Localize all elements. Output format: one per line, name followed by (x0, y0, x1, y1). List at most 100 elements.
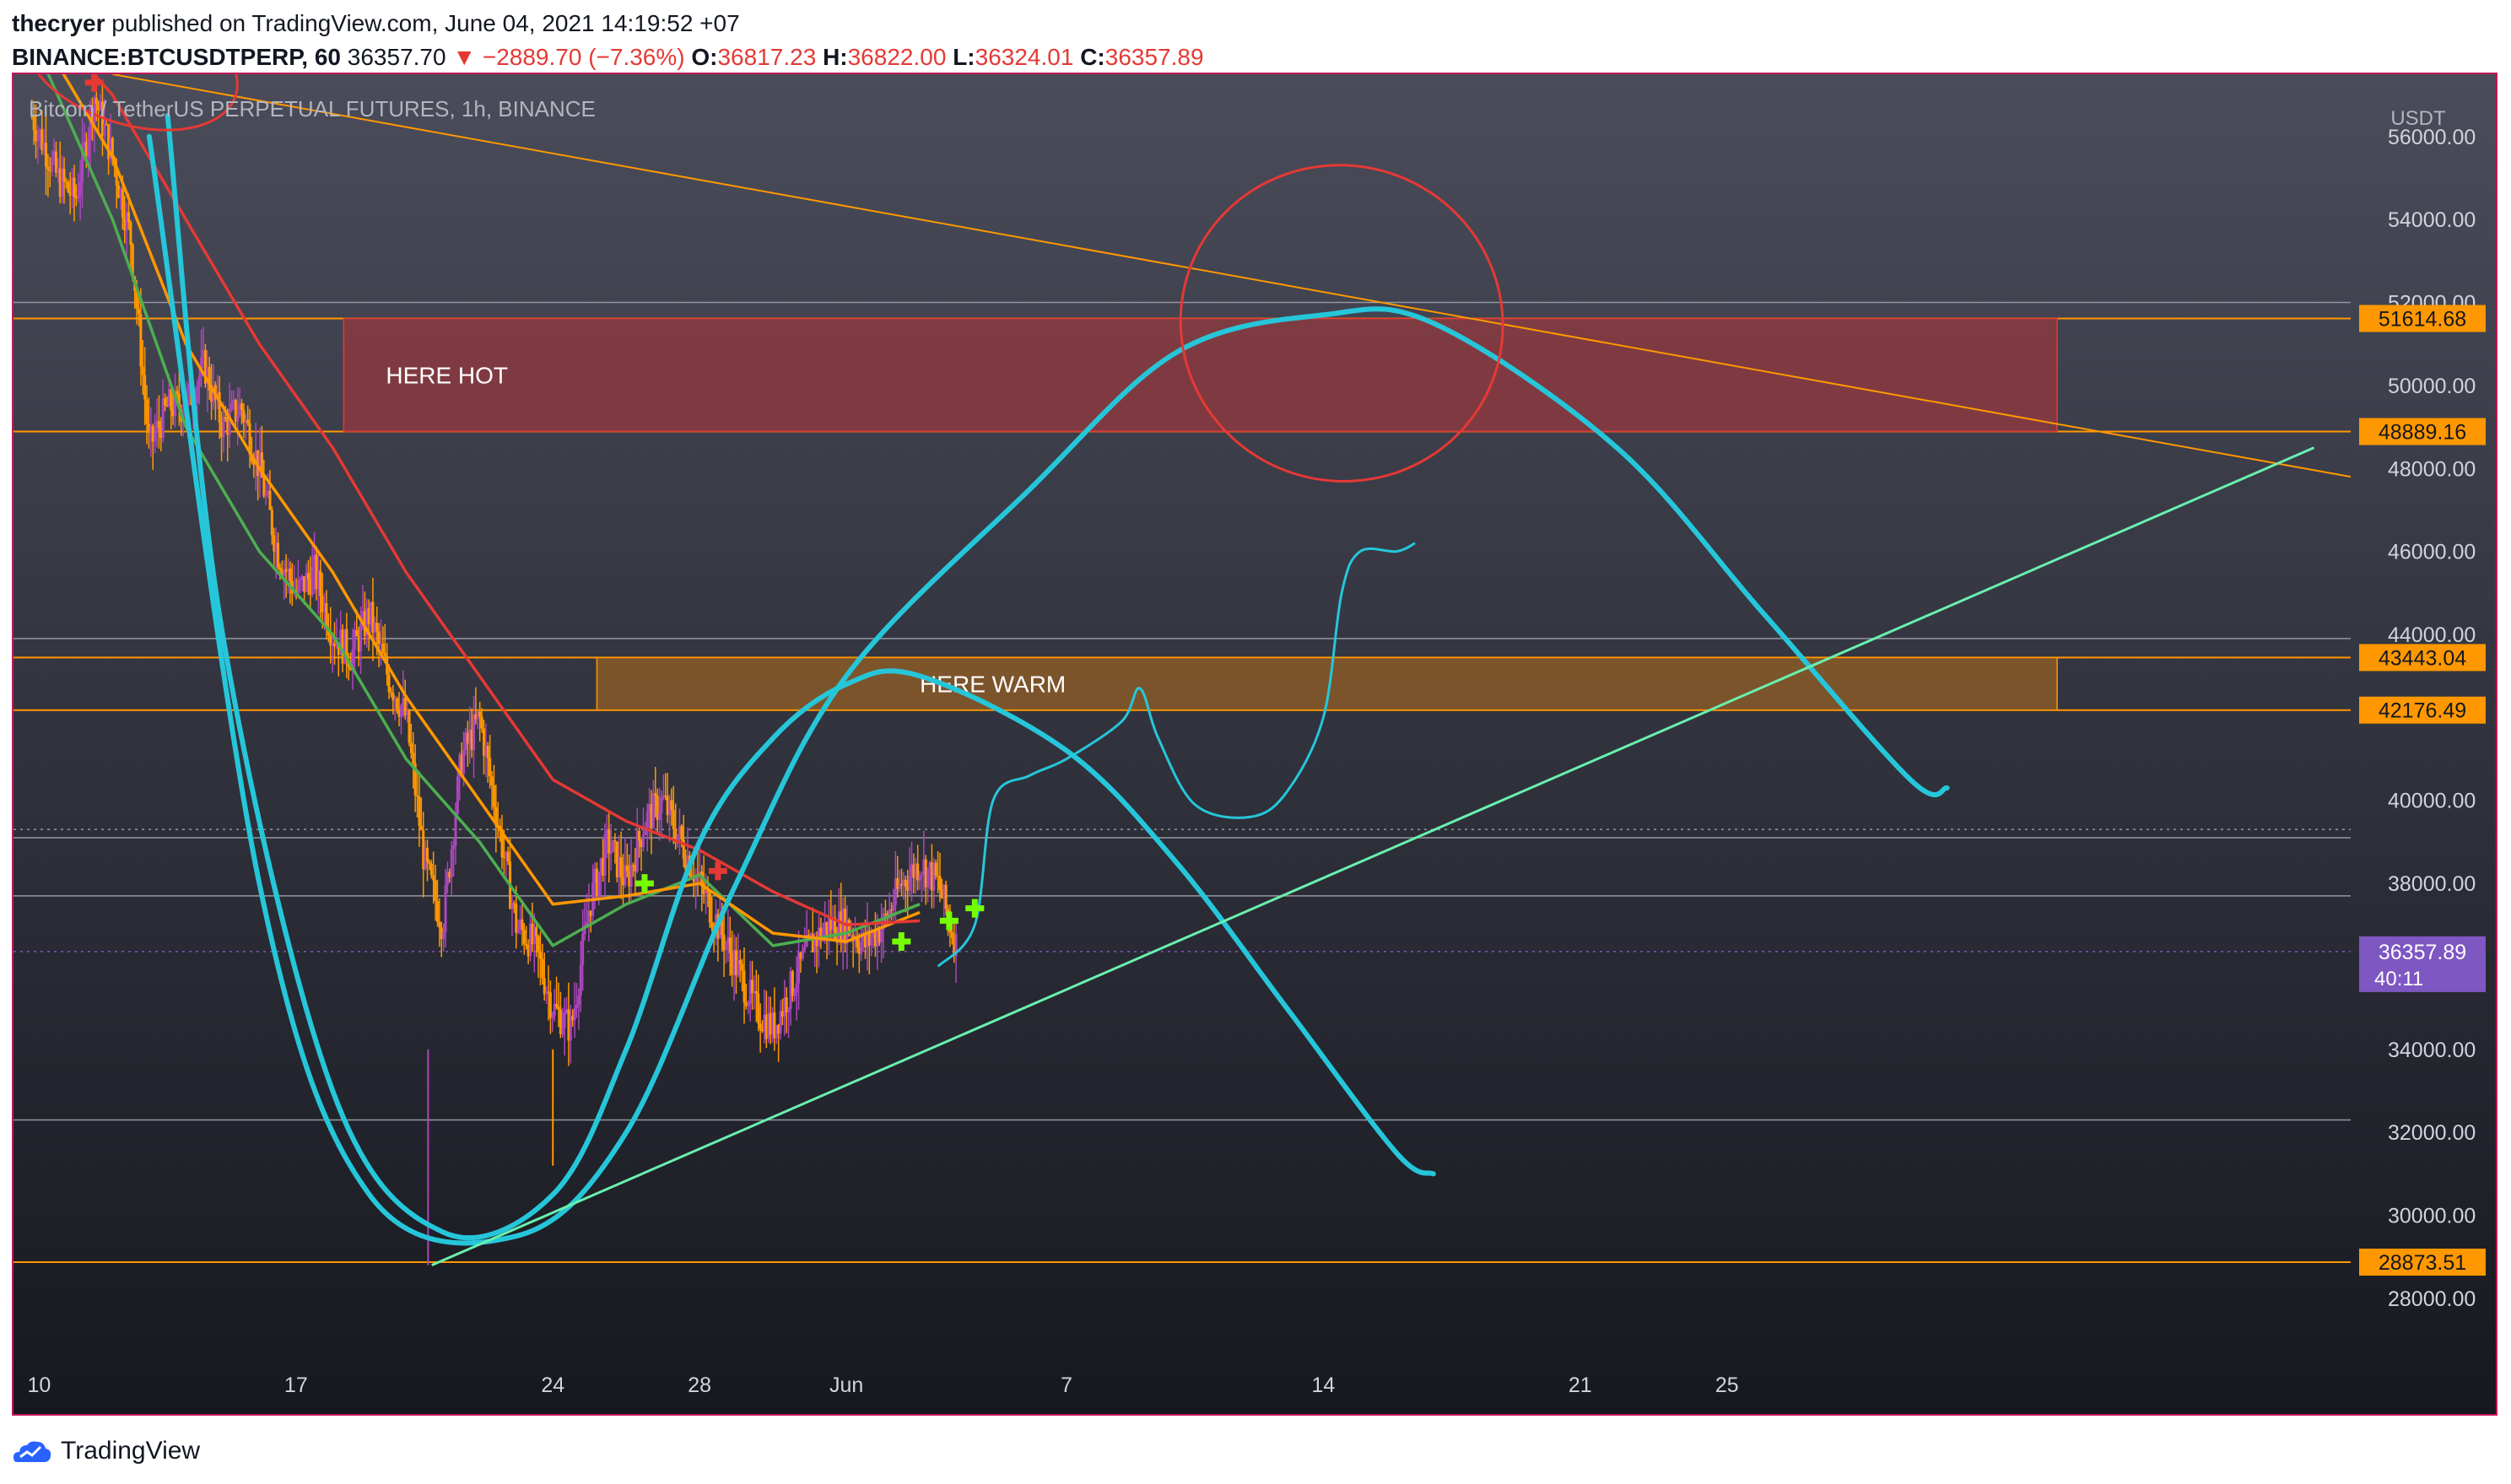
candle-body (860, 942, 863, 954)
candle-body (670, 800, 673, 811)
candle-body (246, 419, 250, 424)
bar-countdown-label: 40:11 (2374, 968, 2423, 990)
candle-body (561, 1028, 564, 1034)
high-label: H: (823, 44, 848, 70)
candle-body (141, 366, 144, 375)
candle-body (296, 580, 300, 593)
hot-zone-label: HERE HOT (386, 363, 508, 389)
candle-body (478, 711, 482, 717)
candle-body (418, 796, 421, 826)
chart-header: thecryer published on TradingView.com, J… (12, 7, 2492, 74)
candle-body (442, 932, 446, 940)
candle-body (577, 996, 580, 1005)
candle-body (654, 793, 657, 796)
candle-body (926, 868, 930, 888)
brand-name[interactable]: TradingView (61, 1437, 200, 1465)
candle-body (710, 922, 714, 928)
signal-marker-bar (641, 874, 648, 893)
candle-body (738, 960, 742, 964)
y-tick-label: 28000.00 (2388, 1287, 2476, 1311)
candle-body (759, 1023, 762, 1029)
candle-body (522, 930, 526, 944)
candle-body (537, 936, 540, 952)
candle-body (908, 876, 911, 891)
y-tick-label: 48000.00 (2388, 457, 2476, 481)
candle-body (658, 812, 662, 820)
candle-body (892, 904, 895, 911)
candle-body (170, 389, 173, 411)
x-tick-label: 7 (1061, 1373, 1072, 1397)
price-change: ▼ −2889.70 (−7.36%) (452, 44, 685, 70)
signal-marker-bar (91, 74, 98, 92)
current-price-label: 36357.89 (2379, 941, 2466, 964)
candle-body (438, 921, 441, 928)
candle-body (157, 420, 160, 429)
candle-body (609, 851, 613, 854)
candle-body (708, 892, 711, 923)
candle-body (651, 793, 655, 828)
price-line-label: 42176.49 (2379, 699, 2466, 723)
last-price: 36357.70 (347, 44, 446, 70)
candle-body (432, 875, 435, 881)
candle-body (399, 705, 402, 717)
candle-body (268, 490, 272, 510)
candle-body (270, 510, 273, 536)
candle-body (613, 840, 617, 842)
candle-body (138, 309, 141, 315)
x-tick-label: 21 (1569, 1373, 1592, 1397)
y-tick-label: 46000.00 (2388, 541, 2476, 564)
candle-body (625, 865, 629, 872)
candle-body (145, 399, 148, 424)
candle-body (551, 1016, 554, 1018)
close-value: 36357.89 (1104, 44, 1204, 70)
price-line-label: 43443.04 (2379, 646, 2466, 670)
candle-body (608, 829, 611, 854)
candle-body (548, 992, 552, 1018)
price-line-label: 48889.16 (2379, 421, 2466, 445)
candle-body (920, 875, 923, 877)
candle-body (139, 314, 143, 367)
candle-body (62, 169, 66, 182)
chart-area[interactable]: HERE HOT HERE WARM USDT 28000.00 30000.00 32… (12, 73, 2498, 1416)
candle-body (557, 1006, 560, 1010)
candle-body (612, 840, 615, 852)
candle-body (278, 567, 282, 570)
candle-body (597, 872, 601, 896)
candle-body (472, 714, 476, 750)
signal-marker-bar (971, 898, 978, 918)
price-chart[interactable]: HERE HOTHERE WARM USDT28000.0030000.0032… (14, 74, 2498, 1416)
candle-body (377, 631, 381, 645)
x-tick-label: 28 (688, 1373, 711, 1397)
candle-body (240, 403, 243, 411)
candle-body (757, 993, 760, 1024)
candle-body (355, 629, 359, 637)
x-tick-label: 14 (1312, 1373, 1336, 1397)
candle-body (934, 862, 937, 876)
candle-body (127, 212, 131, 223)
hot-zone-rect[interactable] (343, 317, 2058, 433)
candle-body (121, 189, 124, 218)
candle-body (462, 750, 466, 774)
candle-body (222, 417, 225, 438)
publish-line: thecryer published on TradingView.com, J… (12, 7, 2492, 40)
candle-body (904, 879, 907, 888)
candle-body (51, 158, 54, 172)
candle-body (581, 934, 585, 965)
tradingview-cloud-icon[interactable] (12, 1437, 52, 1465)
candle-body (78, 182, 82, 196)
candle-body (724, 943, 727, 951)
candle-body (143, 375, 147, 400)
x-tick-label: 24 (541, 1373, 564, 1397)
candle-body (856, 937, 859, 947)
candle-body (492, 785, 495, 807)
open-label: O: (691, 44, 718, 70)
candle-body (154, 432, 157, 442)
candle-body (419, 825, 423, 831)
author-name[interactable]: thecryer (12, 10, 105, 36)
candle-body (880, 930, 883, 943)
candle-body (428, 861, 431, 864)
candle-body (944, 884, 948, 909)
y-tick-label: 32000.00 (2388, 1121, 2476, 1145)
candle-body (306, 573, 310, 580)
candle-body (795, 983, 798, 993)
